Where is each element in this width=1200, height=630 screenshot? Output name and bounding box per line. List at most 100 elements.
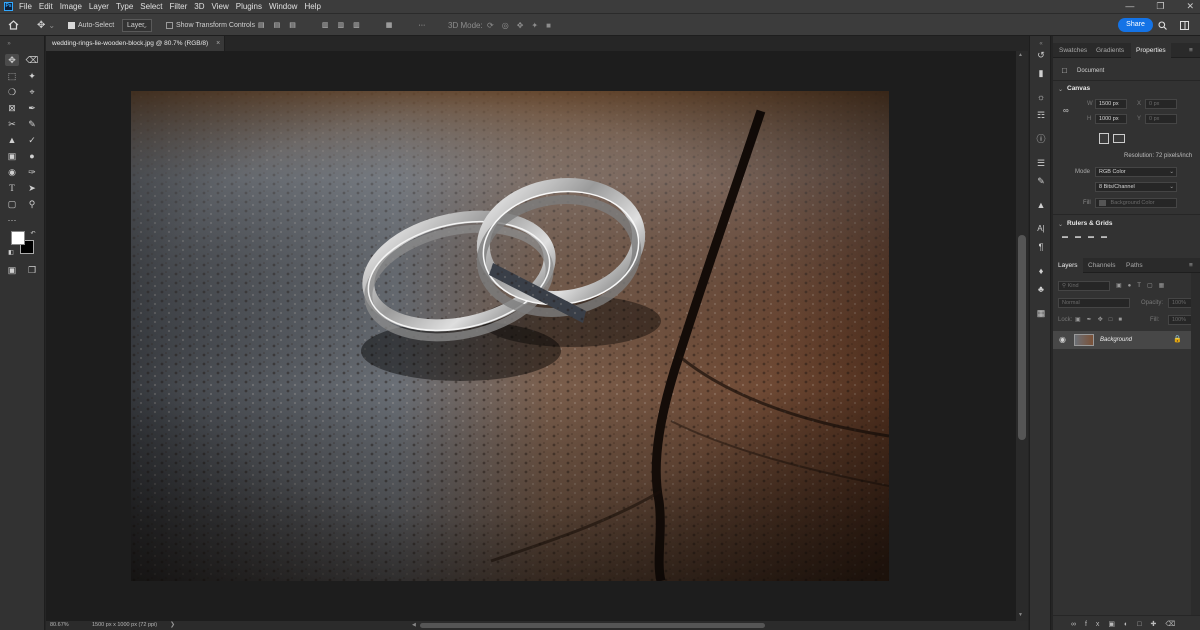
link-dimensions-icon[interactable]: ∞ — [1063, 106, 1069, 115]
menu-3d[interactable]: 3D — [194, 2, 204, 11]
menu-window[interactable]: Window — [269, 2, 297, 11]
workspace-icon[interactable] — [1180, 14, 1189, 36]
layer-row-background[interactable]: ◉ Background 🔒 — [1053, 331, 1191, 349]
portrait-orientation-icon[interactable] — [1099, 133, 1109, 144]
layer-filter-icons[interactable]: ▣●T▢▦ — [1116, 282, 1170, 289]
gradient-tool-icon[interactable]: ▣ — [5, 150, 19, 162]
landscape-orientation-icon[interactable] — [1113, 134, 1125, 143]
align-hcenter-icon[interactable]: ▥ — [338, 21, 345, 29]
dodge-tool-icon[interactable]: ◉ — [5, 166, 19, 178]
magic-wand-tool-icon[interactable]: ✦ — [25, 70, 39, 82]
3d-rotate-icon[interactable]: ⟳ — [487, 21, 494, 30]
share-button[interactable]: Share — [1118, 18, 1153, 32]
show-transform-checkbox[interactable]: Show Transform Controls — [166, 14, 255, 36]
brushes-icon[interactable]: ✎ — [1036, 176, 1046, 186]
character-icon[interactable]: A| — [1036, 224, 1046, 234]
paragraph-icon[interactable]: ¶ — [1036, 242, 1046, 252]
menu-image[interactable]: Image — [60, 2, 82, 11]
auto-select-checkbox[interactable]: Auto-Select — [68, 14, 114, 36]
rulers-collapse-icon[interactable]: ⌄ — [1058, 221, 1063, 228]
history-brush-tool-icon[interactable]: ✓ — [25, 134, 39, 146]
menu-view[interactable]: View — [212, 2, 229, 11]
lasso-tool-icon[interactable]: ❍ — [5, 86, 19, 98]
layer-filter-dropdown[interactable]: ⚲ Kind — [1058, 281, 1110, 291]
menu-plugins[interactable]: Plugins — [236, 2, 262, 11]
brush-tool-icon[interactable]: ✎ — [25, 118, 39, 130]
home-icon[interactable] — [8, 14, 19, 36]
type-tool-icon[interactable]: T — [5, 182, 19, 194]
align-left-icon[interactable]: ▥ — [322, 21, 329, 29]
edit-toolbar-icon[interactable]: ··· — [5, 214, 19, 226]
3d-panel-icon[interactable]: ▦ — [1036, 308, 1046, 318]
width-field[interactable]: 1500 px — [1095, 99, 1127, 109]
close-icon[interactable]: ✕ — [1186, 0, 1194, 13]
clone-stamp-tool-icon[interactable]: ▲ — [5, 134, 19, 146]
vertical-scrollbar-thumb[interactable] — [1018, 235, 1026, 440]
libraries-icon[interactable]: ☶ — [1036, 110, 1046, 120]
crop-tool-icon[interactable]: ⌖ — [25, 86, 39, 98]
align-vcenter-icon[interactable]: ▤ — [274, 21, 281, 29]
foreground-background-swatches[interactable] — [11, 231, 34, 254]
layer-actions-icons[interactable]: ∞fx▣◐□✚⌫ — [1071, 620, 1184, 628]
menu-edit[interactable]: Edit — [39, 2, 53, 11]
collapse-toolbar-icon[interactable]: » — [2, 38, 16, 50]
x-field[interactable]: 0 px — [1145, 99, 1177, 109]
restore-icon[interactable]: ❐ — [1156, 0, 1164, 13]
3d-scale-icon[interactable]: ■ — [546, 21, 551, 30]
scroll-up-icon[interactable]: ▲ — [1018, 52, 1023, 58]
horizontal-scrollbar-thumb[interactable] — [420, 623, 765, 628]
history-icon[interactable]: ↺ — [1036, 50, 1046, 60]
tab-properties[interactable]: Properties — [1131, 43, 1171, 58]
align-top-icon[interactable]: ▤ — [258, 21, 265, 29]
layers-menu-icon[interactable]: ≡ — [1189, 258, 1193, 273]
document-tab[interactable]: wedding-rings-lie-wooden-block.jpg @ 80.… — [46, 36, 226, 51]
clone-source-icon[interactable]: ▲ — [1036, 200, 1046, 210]
rectangle-tool-icon[interactable]: ▢ — [5, 198, 19, 210]
adjustments-icon[interactable]: ☼ — [1036, 92, 1046, 102]
info-icon[interactable]: ⓘ — [1036, 134, 1046, 144]
status-menu-icon[interactable]: ❯ — [170, 621, 175, 630]
visibility-eye-icon[interactable]: ◉ — [1059, 335, 1066, 344]
menu-select[interactable]: Select — [140, 2, 162, 11]
zoom-tool-icon[interactable]: ⚲ — [25, 198, 39, 210]
foreground-color-swatch[interactable] — [11, 231, 25, 245]
minimize-icon[interactable]: — — [1125, 0, 1134, 13]
collapse-dock-icon[interactable]: « — [1036, 39, 1046, 49]
panel-menu-icon[interactable]: ≡ — [1189, 43, 1193, 58]
layer-name[interactable]: Background — [1100, 337, 1132, 343]
brush-settings-icon[interactable]: ☰ — [1036, 158, 1046, 168]
swap-colors-icon[interactable]: ↶ — [26, 228, 40, 240]
eraser-tool-icon[interactable]: ⌫ — [25, 54, 39, 66]
fill-dropdown[interactable]: Background Color — [1095, 198, 1177, 208]
tab-swatches[interactable]: Swatches — [1059, 43, 1087, 58]
menu-file[interactable]: File — [19, 2, 32, 11]
distribute-icon[interactable]: ▦ — [386, 21, 393, 29]
tab-paths[interactable]: Paths — [1126, 258, 1143, 273]
pen-tool-icon[interactable]: ✑ — [25, 166, 39, 178]
scroll-left-icon[interactable]: ◀ — [412, 621, 416, 630]
menu-help[interactable]: Help — [304, 2, 320, 11]
3d-slide-icon[interactable]: ✦ — [531, 21, 538, 30]
rulers-grid-buttons[interactable]: ▬▬▬▬ — [1062, 234, 1114, 240]
mode-dropdown[interactable]: RGB Color ⌄ — [1095, 167, 1177, 177]
lock-icons[interactable]: ▣✒✥□■ — [1075, 316, 1128, 323]
blur-tool-icon[interactable]: ● — [25, 150, 39, 162]
3d-pan-icon[interactable]: ✥ — [517, 21, 524, 30]
default-colors-icon[interactable]: ◧ — [4, 247, 18, 259]
menu-filter[interactable]: Filter — [170, 2, 188, 11]
move-tool-preset-icon[interactable]: ✥ ⌄ — [37, 14, 55, 36]
menu-layer[interactable]: Layer — [89, 2, 109, 11]
character-styles-icon[interactable]: ♣ — [1036, 284, 1046, 294]
quick-mask-icon[interactable]: ▣ — [5, 264, 19, 276]
frame-tool-icon[interactable]: ⊠ — [5, 102, 19, 114]
bit-depth-dropdown[interactable]: 8 Bits/Channel ⌄ — [1095, 182, 1177, 192]
tab-layers[interactable]: Layers — [1053, 258, 1083, 273]
marquee-tool-icon[interactable]: ⬚ — [5, 70, 19, 82]
more-options-icon[interactable]: ··· — [418, 22, 425, 29]
path-selection-tool-icon[interactable]: ➤ — [25, 182, 39, 194]
align-bottom-icon[interactable]: ▤ — [289, 21, 296, 29]
search-icon[interactable] — [1158, 14, 1167, 36]
tab-channels[interactable]: Channels — [1088, 258, 1115, 273]
screen-mode-icon[interactable]: ❐ — [25, 264, 39, 276]
menu-type[interactable]: Type — [116, 2, 133, 11]
